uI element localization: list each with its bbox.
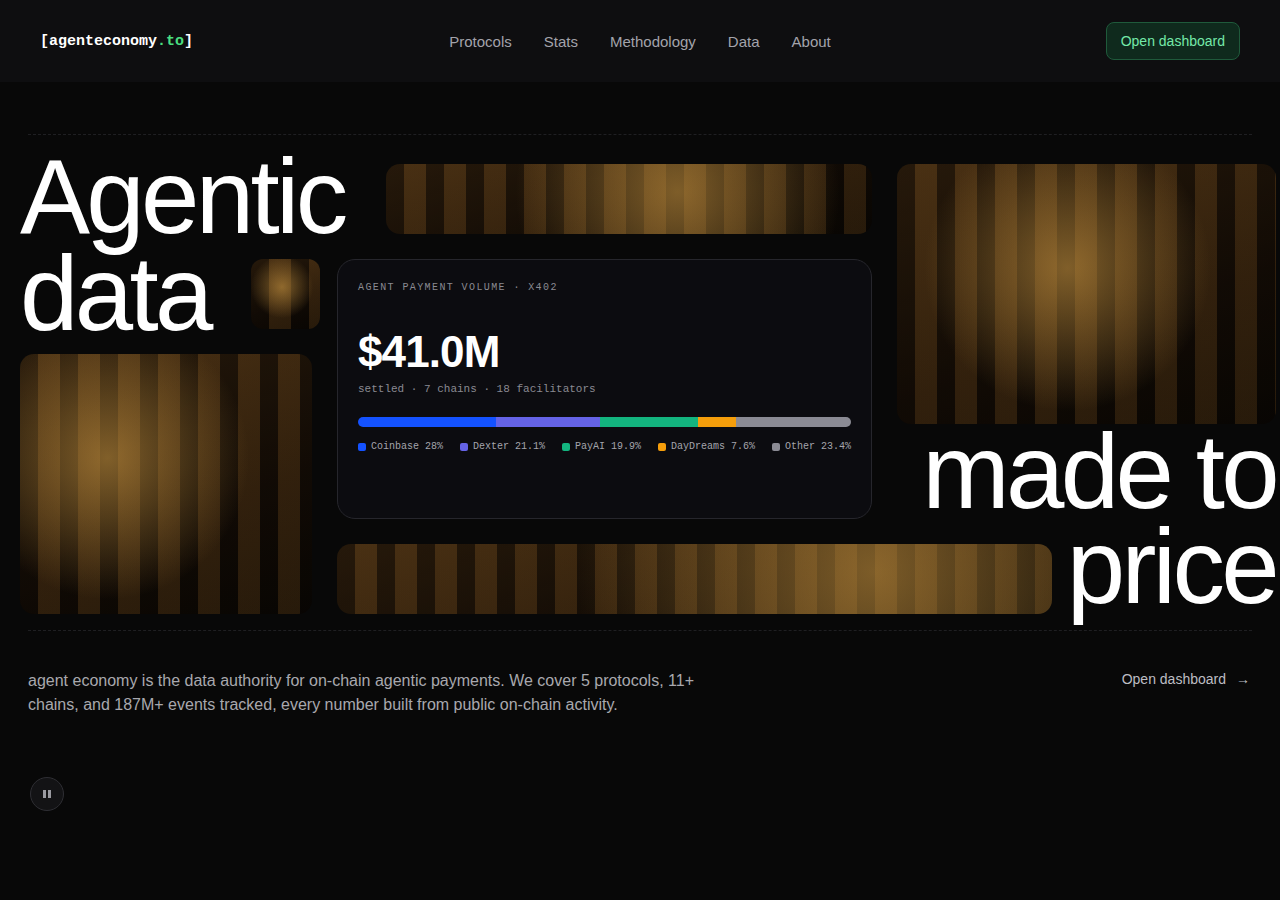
nav-link[interactable]: About [792,33,831,50]
photo-tile [251,259,320,329]
open-dashboard-button[interactable]: Open dashboard [1106,22,1240,60]
legend-item: Coinbase 28% [358,441,443,452]
volume-card: AGENT PAYMENT VOLUME · X402 $41.0M settled… [337,259,872,519]
photo-strip-bottom [337,544,1052,614]
headline-line: Agentic [20,150,345,245]
legend-dot [772,443,780,451]
card-subtitle: settled · 7 chains · 18 facilitators [358,383,851,395]
share-bar [358,417,851,427]
nav-link[interactable]: Data [728,33,760,50]
legend-item: Dexter 21.1% [460,441,545,452]
logo[interactable]: [agenteconomy.to] [40,33,280,50]
logo-part: .to [157,33,184,50]
bottom-row: price [337,519,1276,614]
intro-row: agent economy is the data authority for … [0,631,1280,717]
cta-wrap: Open dashboard [1000,22,1240,60]
nav-bar: [agenteconomy.to] Protocols Stats Methodolo… [0,0,1280,82]
legend-dot [658,443,666,451]
nav-link[interactable]: Protocols [449,33,512,50]
legend-item: Other 23.4% [772,441,851,452]
photo-right [897,164,1276,424]
card-value: $41.0M [358,327,851,377]
headline-row: data [20,234,320,354]
logo-part: ] [184,33,193,50]
hero-grid: AgenticdataAGENT PAYMENT VOLUME · X402$4… [28,134,1252,631]
logo-part: [ [40,33,49,50]
legend: Coinbase 28% Dexter 21.1% PayAI 19.9% DayDr… [358,441,851,452]
legend-item: DayDreams 7.6% [658,441,755,452]
open-dashboard-link[interactable]: Open dashboard→ [1122,671,1250,687]
arrow-icon: → [1236,671,1250,687]
page: [agenteconomy.to] Protocols Stats Methodolo… [0,0,1280,900]
share-segment [736,417,851,427]
legend-item: PayAI 19.9% [562,441,641,452]
photo-strip-top [386,164,872,234]
headline-line: data [20,247,210,342]
share-segment [698,417,735,427]
share-segment [600,417,698,427]
photo-left [20,354,312,614]
nav-links: Protocols Stats Methodology Data About [449,33,831,50]
hero: Agenticdata AGENT PAYMENT VOLUME · X402 $4… [0,82,1280,631]
share-segment [358,417,496,427]
legend-dot [460,443,468,451]
pause-icon [42,789,52,799]
nav-link[interactable]: Methodology [610,33,696,50]
card-label: AGENT PAYMENT VOLUME · X402 [358,282,851,293]
headline-line: made to [922,425,1276,520]
share-segment [496,417,600,427]
logo-part: agenteconomy [49,33,157,50]
nav-link[interactable]: Stats [544,33,578,50]
headline-line: price [1067,520,1276,615]
intro-text: agent economy is the data authority for … [28,669,728,717]
legend-dot [358,443,366,451]
pause-button[interactable] [30,777,64,811]
legend-dot [562,443,570,451]
